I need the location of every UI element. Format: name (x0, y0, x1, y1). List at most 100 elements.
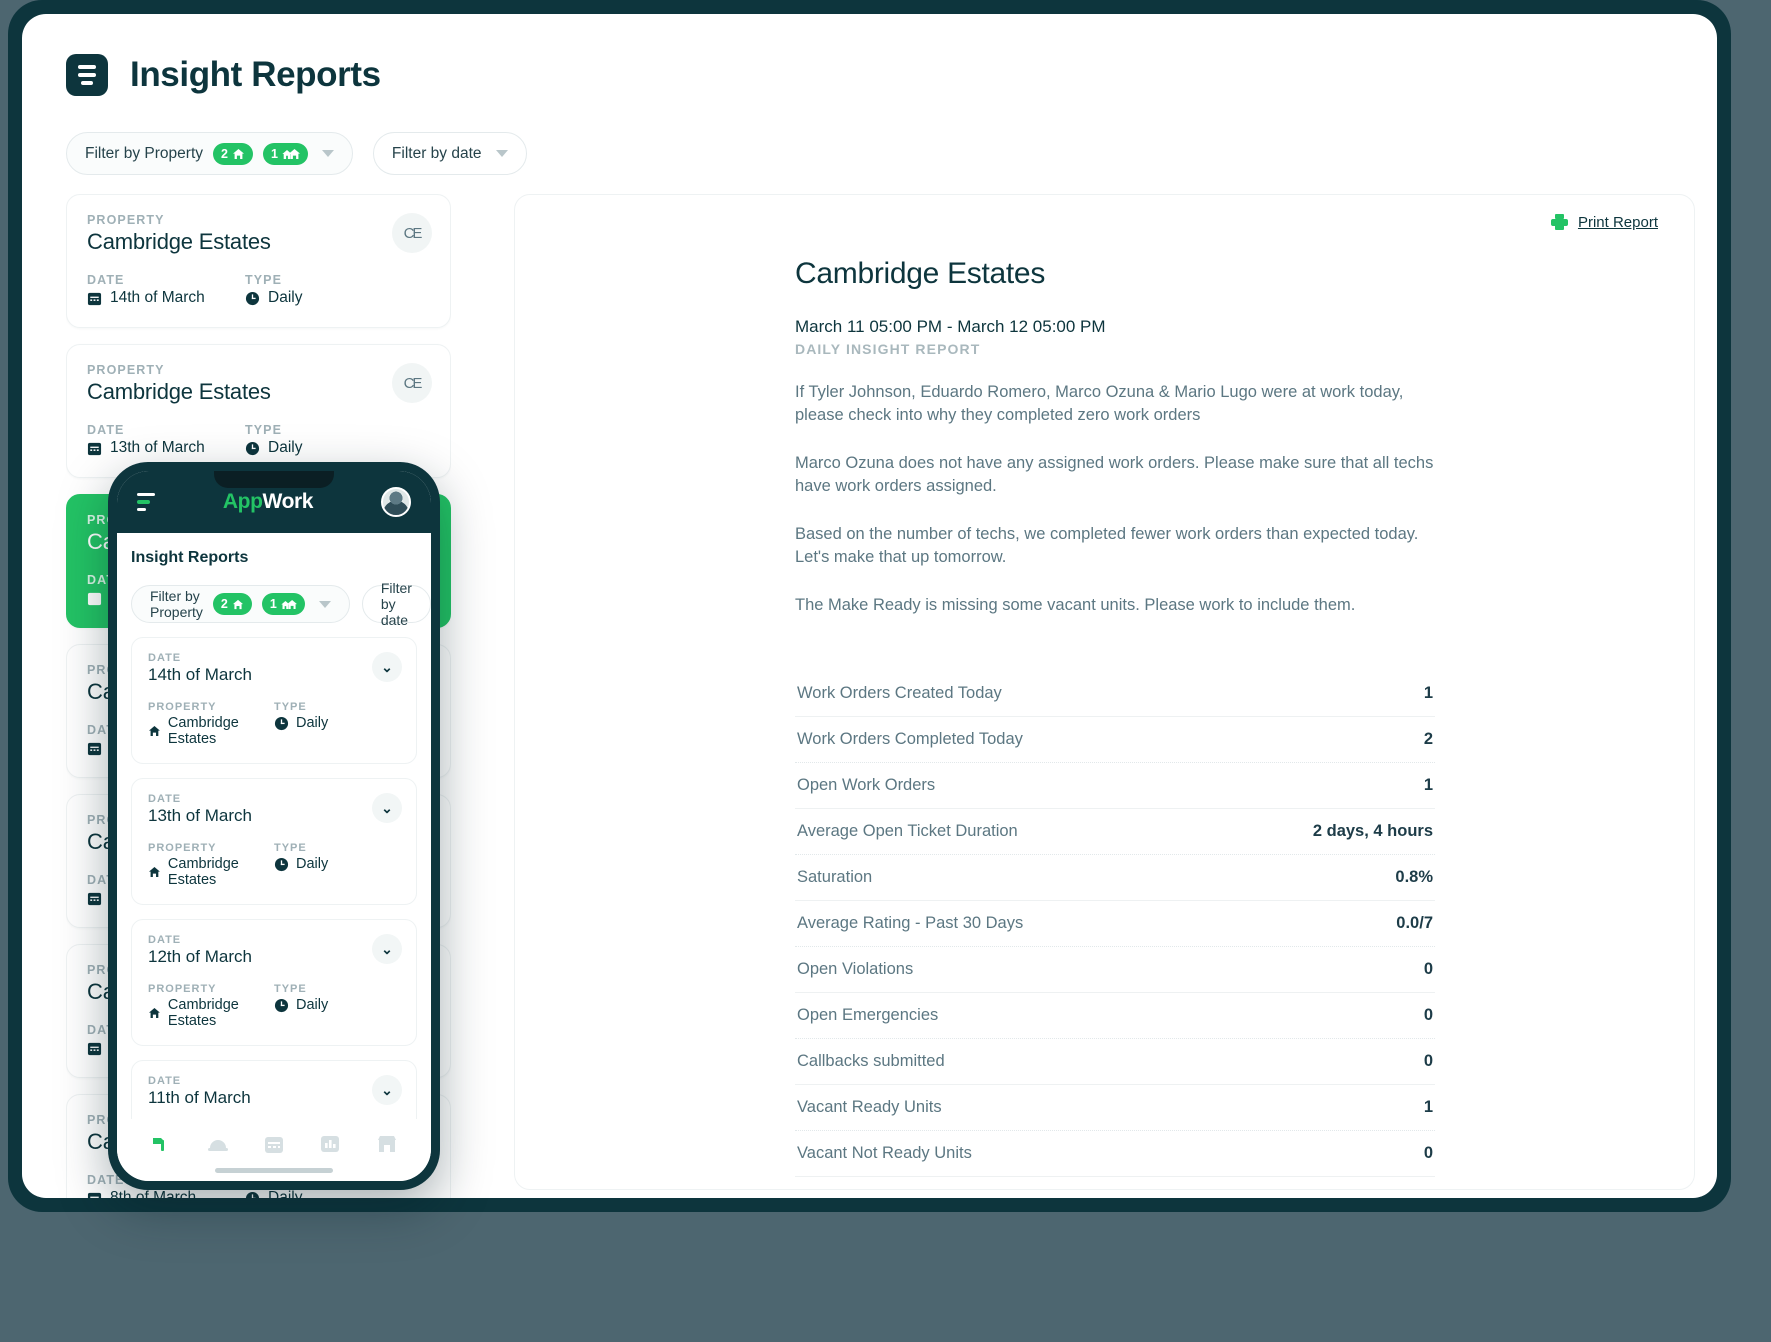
calendar-icon (87, 742, 102, 755)
phone-card-property-value: Cambridge Estates (148, 856, 274, 888)
list-item-date-value: 13th of March (87, 439, 245, 457)
chevron-down-icon[interactable]: ⌄ (372, 793, 402, 823)
phone-card-date-label: DATE (148, 793, 182, 805)
metric-label: Open Violations (797, 959, 914, 978)
phone-report-card[interactable]: DATE 12th of March PROPERTY Cambridge Estat… (131, 919, 417, 1046)
user-avatar[interactable] (381, 487, 411, 517)
list-item-date-text: 13th of March (110, 439, 205, 456)
chevron-down-icon[interactable]: ⌄ (372, 934, 402, 964)
list-item-date-label: DATE (87, 273, 125, 287)
metric-value: 0.0/7 (1396, 913, 1433, 932)
phone-card-property-text: Cambridge Estates (167, 997, 239, 1029)
phone-card-type-text: Daily (296, 856, 329, 872)
hamburger-menu-icon[interactable] (137, 492, 155, 512)
print-report-link[interactable]: Print Report (1550, 213, 1658, 231)
phone-content: Insight Reports Filter by Property 2 1 F… (117, 533, 431, 1119)
phone-card-type-text: Daily (296, 715, 329, 731)
metric-value: 0 (1423, 1005, 1433, 1024)
phone-report-card[interactable]: DATE 14th of March PROPERTY Cambridge Estat… (131, 637, 417, 764)
phone-report-card[interactable]: DATE11th of MarchPROPERTYCambridge Estat… (131, 1060, 417, 1119)
phone-filter-date-label: Filter by date (380, 580, 412, 628)
list-item-type-value: Daily (245, 1189, 403, 1198)
phone-card-property-label: PROPERTY (148, 842, 217, 854)
list-item-property: Cambridge Estates (87, 379, 271, 404)
phone-property-count-badge-1: 2 (212, 593, 252, 615)
appwork-logo: AppWork (222, 490, 314, 514)
house-icon (232, 599, 243, 609)
phone-filter-by-date-dropdown[interactable]: Filter by date (361, 580, 431, 628)
filter-property-label: Filter by Property (85, 144, 204, 162)
phone-notch (214, 471, 334, 488)
phone-card-date: 14th of March (148, 665, 252, 684)
metrics-table: Work Orders Created Today 1 Work Orders Co… (795, 671, 1435, 1189)
house-icon (148, 867, 160, 877)
metric-label: Average Open Ticket Duration (797, 821, 1018, 840)
metric-value: 1 (1423, 683, 1433, 702)
phone-card-property-label: PROPERTY (148, 983, 217, 995)
badge-2-count: 1 (270, 146, 278, 161)
calendar-icon (87, 592, 102, 605)
report-paragraph: Marco Ozuna does not have any assigned w… (795, 453, 1434, 496)
list-item-date-text: 8th of March (110, 1189, 197, 1198)
metric-value: 0 (1423, 1051, 1433, 1070)
phone-property-count-badge-2: 1 (261, 593, 305, 615)
page-title: Insight Reports (130, 55, 381, 94)
list-item-type-text: Daily (268, 1189, 303, 1198)
calendar-icon (87, 1192, 102, 1198)
list-item-property: Cambridge Estates (87, 229, 271, 254)
phone-card-date: 13th of March (148, 806, 252, 825)
clock-icon (274, 716, 289, 730)
metric-label: Open Work Orders (797, 775, 936, 794)
metric-value: 0 (1423, 1143, 1433, 1162)
home-indicator (215, 1168, 333, 1173)
metric-value: 1 (1423, 1097, 1433, 1116)
metric-label: Work Orders Created Today (797, 683, 1002, 702)
phone-card-property-value: Cambridge Estates (148, 715, 274, 747)
chevron-down-icon[interactable]: ⌄ (372, 1075, 402, 1105)
filter-toolbar: Filter by Property 2 1 Filter by date (66, 132, 527, 175)
phone-card-property-text: Cambridge Estates (167, 715, 239, 747)
hardhat-icon[interactable] (206, 1132, 230, 1156)
report-list-item[interactable]: PROPERTY Cambridge Estates DATE 13th of Mar… (66, 344, 451, 478)
report-list-item[interactable]: PROPERTY Cambridge Estates DATE 14th of Mar… (66, 194, 451, 328)
phone-screen: AppWork Insight Reports Filter by Proper… (117, 471, 431, 1181)
avatar: CE (392, 363, 432, 403)
clock-icon (274, 998, 289, 1012)
report-paragraphs: If Tyler Johnson, Eduardo Romero, Marco … (795, 381, 1435, 617)
wrench-icon[interactable] (149, 1132, 173, 1156)
clock-icon (245, 291, 260, 305)
document-icon (66, 54, 108, 96)
building-icon[interactable] (375, 1132, 399, 1156)
phone-card-type-value: Daily (274, 997, 400, 1013)
calendar-icon[interactable] (262, 1132, 286, 1156)
house-icon (232, 148, 244, 159)
metric-row: Vacant Ready Units 1 (795, 1085, 1435, 1131)
bar-chart-icon[interactable] (318, 1132, 342, 1156)
phone-report-card[interactable]: DATE 13th of March PROPERTY Cambridge Estat… (131, 778, 417, 905)
phone-card-property-label: PROPERTY (148, 701, 217, 713)
badge-1-count: 2 (221, 146, 228, 161)
list-item-type-label: TYPE (245, 273, 283, 287)
filter-by-date-dropdown[interactable]: Filter by date (372, 132, 527, 175)
clock-icon (245, 1191, 260, 1198)
calendar-icon (87, 442, 102, 455)
report-date-range: March 11 05:00 PM - March 12 05:00 PM (795, 317, 1106, 336)
chevron-down-icon (318, 600, 331, 608)
phone-bottom-nav[interactable] (117, 1119, 431, 1181)
metric-row: Average Open Ticket Duration 2 days, 4 ho… (795, 809, 1435, 855)
houses-icon (281, 599, 297, 609)
metric-value: 0.8% (1395, 867, 1433, 886)
logo-app-text: App (222, 490, 263, 513)
house-icon (148, 1008, 160, 1018)
filter-by-property-dropdown[interactable]: Filter by Property 2 1 (66, 132, 353, 175)
chevron-down-icon (495, 150, 508, 157)
chevron-down-icon[interactable]: ⌄ (372, 652, 402, 682)
metric-label: Average Rating - Past 30 Days (797, 913, 1024, 932)
report-paragraph: If Tyler Johnson, Eduardo Romero, Marco … (795, 383, 1404, 425)
phone-filter-by-property-dropdown[interactable]: Filter by Property 2 1 (131, 585, 350, 623)
phone-card-property-value: Cambridge Estates (148, 997, 274, 1029)
metric-row: Vacant Not Ready Units 0 (795, 1131, 1435, 1177)
phone-device-frame: AppWork Insight Reports Filter by Proper… (108, 462, 440, 1190)
phone-badge-1-count: 2 (220, 597, 228, 611)
phone-report-list[interactable]: DATE 14th of March PROPERTY Cambridge Estat… (131, 637, 417, 1119)
